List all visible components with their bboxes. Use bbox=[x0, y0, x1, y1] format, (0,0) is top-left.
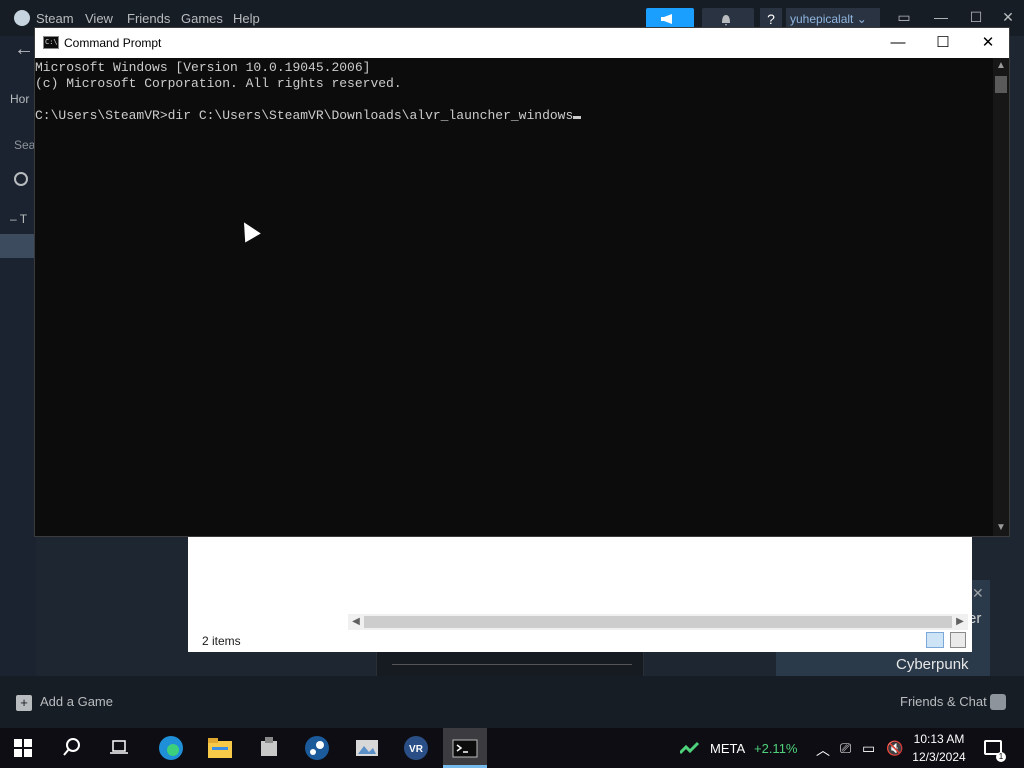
start-button[interactable] bbox=[14, 739, 32, 757]
steamvr-icon[interactable]: VR bbox=[403, 735, 429, 761]
details-view-icon[interactable] bbox=[926, 632, 944, 648]
library-home-link[interactable]: Hor bbox=[10, 92, 29, 106]
menu-games[interactable]: Games bbox=[181, 11, 223, 26]
steam-logo-icon bbox=[14, 10, 30, 26]
steam-icon[interactable] bbox=[304, 735, 330, 761]
large-icons-view-icon[interactable] bbox=[950, 632, 966, 648]
vertical-scrollbar[interactable]: ▲ ▼ bbox=[993, 58, 1009, 536]
console-output[interactable]: Microsoft Windows [Version 10.0.19045.20… bbox=[35, 58, 993, 536]
item-count-status: 2 items bbox=[202, 634, 241, 648]
menu-view[interactable]: View bbox=[85, 11, 113, 26]
file-explorer-window: ◀ ▶ 2 items bbox=[188, 536, 972, 652]
back-arrow-icon[interactable]: ← bbox=[14, 38, 34, 61]
clock-date[interactable]: 12/3/2024 bbox=[910, 750, 968, 764]
plus-icon: + bbox=[16, 694, 32, 711]
stock-change[interactable]: +2.11% bbox=[754, 741, 798, 756]
chevron-up-icon[interactable]: ︿ bbox=[816, 740, 830, 760]
clock-time[interactable]: 10:13 AM bbox=[910, 732, 968, 746]
scroll-up-icon[interactable]: ▲ bbox=[993, 58, 1009, 74]
task-view-icon[interactable] bbox=[110, 739, 128, 755]
windows-logo-icon bbox=[14, 739, 22, 747]
friends-chat-button[interactable]: Friends & Chat bbox=[900, 694, 987, 709]
scrollbar-thumb[interactable] bbox=[364, 616, 952, 628]
minimize-icon[interactable]: — bbox=[931, 9, 951, 27]
library-collection-header[interactable]: – T bbox=[10, 212, 27, 226]
stock-trend-icon[interactable] bbox=[680, 741, 700, 755]
windows-logo-icon bbox=[24, 739, 32, 747]
console-line: Microsoft Windows [Version 10.0.19045.20… bbox=[35, 60, 371, 75]
console-input-line[interactable]: C:\Users\SteamVR>dir C:\Users\SteamVR\Do… bbox=[35, 108, 993, 124]
close-icon[interactable]: ✕ bbox=[998, 9, 1018, 27]
cmd-icon: C:\ bbox=[43, 36, 59, 49]
search-icon[interactable] bbox=[14, 172, 28, 186]
scroll-right-icon[interactable]: ▶ bbox=[952, 614, 968, 630]
command-prompt-window[interactable]: C:\ Command Prompt — ☐ ✕ Microsoft Windo… bbox=[34, 27, 1010, 537]
username: yuhepicalalt bbox=[790, 12, 854, 26]
close-icon[interactable]: ✕ bbox=[972, 585, 984, 602]
maximize-icon[interactable]: ☐ bbox=[966, 9, 986, 27]
steam-bottom-bar bbox=[0, 676, 1024, 728]
friends-chat-icon[interactable] bbox=[990, 694, 1006, 710]
windows-logo-icon bbox=[14, 749, 22, 757]
big-picture-icon[interactable]: ▭ bbox=[894, 9, 914, 27]
console-command: C:\Users\SteamVR>dir C:\Users\SteamVR\Do… bbox=[35, 108, 574, 123]
stock-ticker[interactable]: META bbox=[710, 741, 745, 756]
file-explorer-icon[interactable] bbox=[207, 735, 233, 761]
minimize-button[interactable]: — bbox=[881, 32, 915, 54]
scroll-down-icon[interactable]: ▼ bbox=[993, 520, 1009, 536]
menu-steam[interactable]: Steam bbox=[36, 11, 74, 26]
search-icon[interactable] bbox=[62, 737, 82, 757]
menu-friends[interactable]: Friends bbox=[127, 11, 170, 26]
image-viewer-icon[interactable] bbox=[354, 735, 380, 761]
close-button[interactable]: ✕ bbox=[971, 32, 1005, 54]
edge-icon[interactable] bbox=[158, 735, 184, 761]
text-cursor bbox=[573, 116, 582, 119]
menu-help[interactable]: Help bbox=[233, 11, 260, 26]
maximize-button[interactable]: ☐ bbox=[926, 32, 960, 54]
window-titlebar[interactable]: C:\ Command Prompt — ☐ ✕ bbox=[35, 28, 1009, 58]
scrollbar-thumb[interactable] bbox=[995, 76, 1007, 93]
add-game-button[interactable]: + Add a Game bbox=[16, 694, 113, 711]
svg-text:VR: VR bbox=[409, 744, 424, 755]
volume-muted-icon[interactable]: 🔇 bbox=[886, 740, 903, 757]
library-selected-item[interactable] bbox=[0, 234, 36, 258]
divider bbox=[392, 664, 632, 665]
scroll-left-icon[interactable]: ◀ bbox=[348, 614, 364, 630]
library-search-label[interactable]: Sea bbox=[14, 138, 35, 152]
chevron-down-icon: ⌄ bbox=[856, 12, 867, 26]
windows-logo-icon bbox=[24, 749, 32, 757]
network-icon[interactable]: ▭ bbox=[862, 740, 875, 757]
cmd-icon[interactable] bbox=[452, 735, 478, 761]
horizontal-scrollbar[interactable]: ◀ ▶ bbox=[348, 614, 968, 630]
add-game-label: Add a Game bbox=[40, 694, 113, 709]
meet-now-icon[interactable]: ⎚ bbox=[840, 740, 851, 757]
console-line: (c) Microsoft Corporation. All rights re… bbox=[35, 76, 402, 91]
steam-library-sidebar bbox=[0, 36, 36, 676]
notification-badge: 1 bbox=[996, 752, 1006, 762]
featured-game-title: Cyberpunk bbox=[896, 656, 969, 673]
window-title: Command Prompt bbox=[64, 36, 162, 50]
package-icon[interactable] bbox=[256, 735, 282, 761]
